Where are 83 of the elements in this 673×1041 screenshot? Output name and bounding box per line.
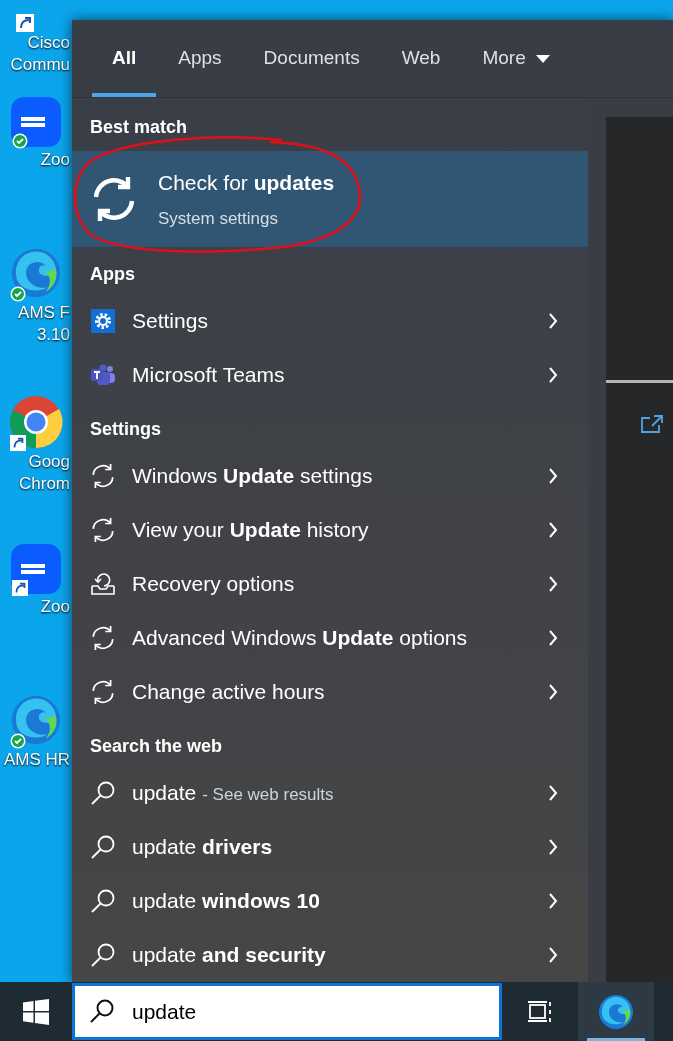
task-view-icon[interactable] — [527, 998, 553, 1025]
tab[interactable]: More — [462, 20, 570, 97]
sync-icon — [90, 625, 116, 651]
sync-status-icon — [12, 133, 28, 149]
sync-icon — [90, 463, 116, 489]
icon-label: Commu — [10, 54, 71, 76]
chevron-right-icon — [548, 367, 558, 383]
result-label: View your Update history — [132, 517, 369, 544]
result-label: Windows Update settings — [132, 463, 373, 490]
chevron-right-icon — [548, 947, 558, 963]
result-item[interactable]: update - See web results — [72, 766, 588, 820]
windows-start-icon[interactable] — [23, 998, 49, 1025]
section-heading: Search the web — [89, 735, 224, 758]
result-label: update windows 10 — [132, 888, 320, 915]
active-app-indicator — [587, 1038, 645, 1041]
chevron-right-icon — [548, 313, 558, 329]
search-icon — [90, 888, 116, 914]
result-item[interactable]: update and security — [72, 928, 588, 982]
icon-label: Chrom — [19, 473, 71, 495]
result-label: update drivers — [132, 834, 273, 861]
result-item[interactable]: Recovery options — [72, 557, 588, 611]
edge-browser-icon[interactable] — [9, 246, 63, 300]
shortcut-arrow-icon — [12, 580, 28, 596]
sync-icon — [90, 679, 116, 705]
result-hint: - See web results — [202, 784, 334, 807]
chevron-right-icon — [548, 839, 558, 855]
result-item[interactable]: Change active hours — [72, 665, 588, 719]
video-camera-app-icon[interactable] — [11, 97, 61, 147]
edge-browser-icon[interactable] — [9, 693, 63, 747]
edge-browser-icon[interactable] — [597, 992, 635, 1031]
sync-status-icon — [10, 733, 26, 749]
chrome-browser-icon[interactable] — [9, 395, 63, 449]
result-label: Recovery options — [132, 571, 295, 598]
shortcut-arrow-icon — [10, 435, 26, 451]
icon-label: 3.10 — [36, 324, 71, 346]
sync-status-icon — [10, 286, 26, 302]
chevron-right-icon — [548, 522, 558, 538]
search-field[interactable]: update — [72, 983, 502, 1040]
section-heading: Best match — [89, 116, 189, 139]
result-item[interactable]: update drivers — [72, 820, 588, 874]
tab[interactable]: Documents — [243, 20, 380, 97]
result-item[interactable]: Advanced Windows Update options — [72, 611, 588, 665]
search-icon — [90, 834, 116, 860]
result-item[interactable]: View your Update history — [72, 503, 588, 557]
result-title: Check for updates — [158, 169, 335, 196]
section-heading: Settings — [89, 418, 162, 441]
tab[interactable]: Web — [381, 20, 461, 97]
people-app-icon — [91, 364, 115, 386]
best-match-item[interactable]: Check for updates System settings — [72, 151, 588, 247]
result-label: update — [132, 780, 197, 807]
tab[interactable]: Apps — [158, 20, 242, 97]
icon-label: Zoo — [40, 149, 71, 171]
icon-label: Cisco — [27, 32, 71, 54]
result-label: Microsoft Teams — [132, 362, 285, 389]
icon-label: Goog — [28, 451, 71, 473]
result-label: Settings — [132, 308, 208, 335]
chevron-right-icon — [548, 468, 558, 484]
chevron-right-icon — [548, 893, 558, 909]
result-label: Change active hours — [132, 679, 325, 706]
open-external-icon[interactable] — [640, 414, 664, 434]
icon-label: Zoo — [40, 596, 71, 618]
video-camera-app-icon[interactable] — [11, 544, 61, 594]
sync-icon — [90, 517, 116, 543]
result-item[interactable]: update windows 10 — [72, 874, 588, 928]
section-heading: Apps — [89, 263, 136, 286]
chevron-right-icon — [548, 576, 558, 592]
result-item[interactable]: Windows Update settings — [72, 449, 588, 503]
tab[interactable]: All — [92, 20, 157, 97]
chevron-right-icon — [548, 630, 558, 646]
search-icon — [89, 998, 115, 1024]
search-icon — [90, 780, 116, 806]
result-label: Advanced Windows Update options — [132, 625, 467, 652]
result-label: update and security — [132, 942, 326, 969]
chevron-right-icon — [548, 684, 558, 700]
gear-icon — [91, 309, 115, 333]
icon-label: AMS HR — [3, 749, 71, 771]
result-item[interactable]: Microsoft Teams — [72, 348, 588, 402]
result-subtitle: System settings — [158, 208, 279, 230]
result-item[interactable]: Settings — [72, 294, 588, 348]
search-icon — [90, 942, 116, 968]
recovery-icon — [90, 572, 116, 596]
icon-label: AMS F — [18, 302, 71, 324]
chevron-right-icon — [548, 785, 558, 801]
